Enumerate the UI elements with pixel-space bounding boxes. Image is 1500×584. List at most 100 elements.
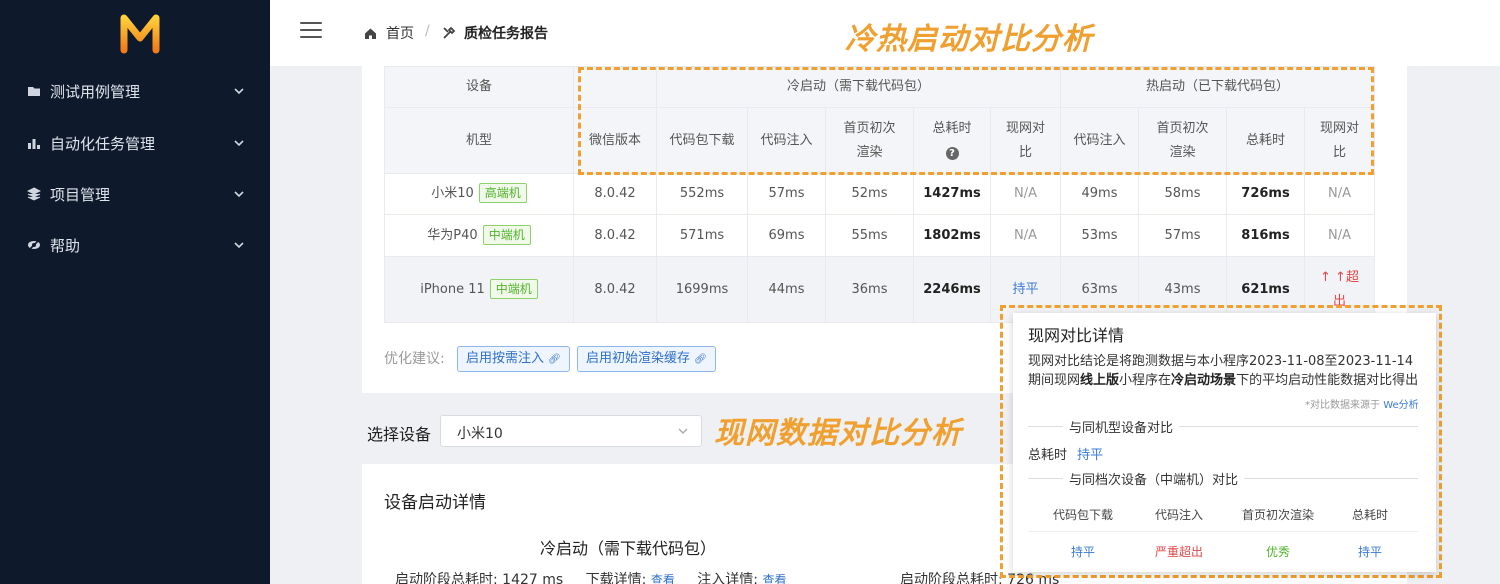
button-label: 启用初始渲染缓存 [586,351,691,366]
desc-bold: 冷启动场景 [1171,373,1237,388]
cell-wechat: 8.0.42 [573,214,657,257]
cell-wechat: 8.0.42 [573,256,657,323]
sidebar-item-projects[interactable]: 项目管理 [0,174,270,214]
tools-icon [443,26,456,39]
source-prefix: *对比数据来源于 [1305,400,1380,411]
stage-summary-cold: 启动阶段总耗时: 1427 ms 下载详情: 查看 注入详情: 查看 [395,569,786,584]
cell-hot-inject: 49ms [1060,173,1139,215]
enable-render-cache-button[interactable]: 启用初始渲染缓存 🔗︎ [577,346,716,372]
breadcrumb-current: 质检任务报告 [442,23,548,43]
cell-total: 2246ms [913,256,991,323]
home-icon [365,28,376,39]
desc-bold: 线上版 [1080,373,1120,388]
section-same-model: 与同机型设备对比 [1063,417,1180,436]
kv-value: 持平 [1077,448,1104,463]
link-icon: 🔗︎ [548,354,561,365]
breadcrumb-home[interactable]: 首页 [364,23,414,43]
mini-val-render: 优秀 [1265,545,1290,559]
cell-hot-total: 726ms [1226,173,1305,215]
table-row: 小米10 高端机 8.0.42 552ms 57ms 52ms 1427ms N/… [384,173,1375,215]
highlight-cold-hot-box [578,67,1374,175]
chevron-down-icon [234,191,244,198]
cell-inject: 57ms [747,173,826,215]
sidebar-item-test-cases[interactable]: 测试用例管理 [0,71,270,111]
cell-model: iPhone 11 中端机 [384,256,574,323]
hamburger-line [300,36,322,38]
chevron-down-icon [234,88,244,95]
sidebar-item-label: 自动化任务管理 [50,134,156,153]
chevron-down-icon [234,242,244,249]
sidebar-item-label: 项目管理 [50,185,111,204]
popover-source: *对比数据来源于 We分析 [1305,396,1419,411]
mini-col-inject: 代码注入 [1154,508,1203,522]
inject-view-link[interactable]: 查看 [762,573,786,584]
cell-hot-compare: N/A [1304,173,1375,215]
cell-download: 571ms [656,214,748,257]
annotation-title-live-data: 现网数据对比分析 [714,416,962,451]
cell-total: 1802ms [913,214,991,257]
mini-col-total: 总耗时 [1351,508,1388,522]
model-name: iPhone 11 [420,281,485,297]
tier-badge: 高端机 [478,183,527,203]
download-view-link[interactable]: 查看 [651,573,675,584]
header-device: 设备 [384,66,574,108]
cell-download: 1699ms [656,256,748,323]
model-name: 小米10 [431,186,474,201]
cell-download: 552ms [656,173,748,215]
mini-val-download: 持平 [1070,545,1095,559]
cell-hot-compare: N/A [1304,214,1375,257]
popover-description: 现网对比结论是将跑测数据与本小程序2023-11-08至2023-11-14期间… [1028,352,1423,390]
cell-render: 55ms [825,214,914,257]
cell-hot-inject: 53ms [1060,214,1139,257]
sidebar-item-label: 帮助 [50,236,81,255]
app-logo[interactable] [118,10,162,56]
sidebar-item-help[interactable]: 帮助 [0,225,270,265]
cell-compare: N/A [990,173,1061,215]
table-row: 华为P40 中端机 8.0.42 571ms 69ms 55ms 1802ms N… [384,214,1375,257]
cell-total: 1427ms [913,173,991,215]
button-label: 启用按需注入 [466,351,545,366]
sidebar: 测试用例管理 自动化任务管理 项目管理 帮助 [0,0,270,584]
sidebar-item-label: 测试用例管理 [50,82,141,101]
device-select[interactable]: 小米10 [440,415,702,447]
cell-render: 36ms [825,256,914,323]
device-select-value: 小米10 [457,426,503,442]
stage-label: 启动阶段总耗时: [395,572,498,584]
sidebar-item-automation-tasks[interactable]: 自动化任务管理 [0,123,270,163]
desc-part: 下的平均启动性能数据对比得出 [1236,373,1419,388]
mini-val-total: 持平 [1357,545,1382,559]
chevron-down-icon [678,428,688,434]
desc-part: 小程序在 [1119,373,1172,388]
divider [1028,531,1418,532]
hamburger-line [300,22,322,24]
section-same-tier: 与同档次设备（中端机）对比 [1063,469,1245,488]
popover-title: 现网对比详情 [1028,326,1125,345]
cell-render: 52ms [825,173,914,215]
same-model-total: 总耗时 持平 [1028,444,1103,463]
cell-hot-render: 58ms [1138,173,1227,215]
col-model: 机型 [384,107,574,174]
bar-chart-icon [27,136,41,150]
cell-inject: 69ms [747,214,826,257]
model-name: 华为P40 [427,227,478,243]
mini-val-inject: 严重超出 [1154,545,1203,559]
hamburger-line [300,29,322,31]
chevron-down-icon [234,140,244,147]
enable-on-demand-inject-button[interactable]: 启用按需注入 🔗︎ [457,346,570,372]
menu-toggle-button[interactable] [300,22,322,40]
folder-icon [27,84,41,98]
device-select-label: 选择设备 [367,425,432,444]
breadcrumb-separator: / [425,23,430,39]
cell-compare: N/A [990,214,1061,257]
stage-label: 启动阶段总耗时: [900,572,1003,584]
download-label: 下载详情: [585,572,647,584]
mini-col-render: 首页初次渲染 [1241,508,1314,522]
cell-inject: 44ms [747,256,826,323]
source-link[interactable]: We分析 [1383,400,1418,411]
tier-badge: 中端机 [482,224,531,245]
link-icon: 🔗︎ [694,354,707,365]
details-title: 设备启动详情 [384,493,486,513]
breadcrumb-current-label: 质检任务报告 [464,26,548,42]
cell-model: 小米10 高端机 [384,173,574,215]
mini-col-download: 代码包下载 [1052,508,1113,522]
